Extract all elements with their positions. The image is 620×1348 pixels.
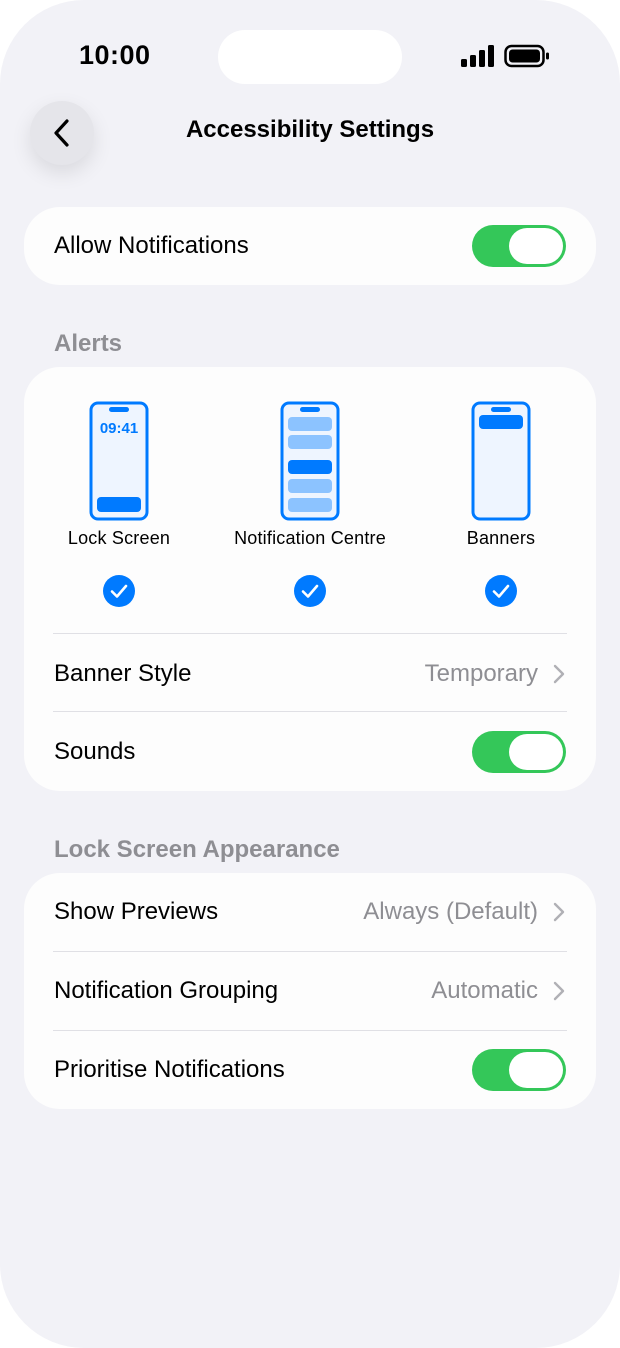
allow-notifications-toggle[interactable] bbox=[472, 225, 566, 267]
allow-notifications-card: Allow Notifications bbox=[24, 207, 596, 285]
page-title: Accessibility Settings bbox=[185, 116, 435, 143]
lock-screen-preview-time: 09:41 bbox=[100, 420, 138, 437]
notification-grouping-row[interactable]: Notification Grouping Automatic bbox=[24, 952, 596, 1030]
alert-option-notification-centre[interactable]: Notification Centre bbox=[210, 401, 410, 608]
allow-notifications-label: Allow Notifications bbox=[54, 232, 249, 259]
lock-screen-appearance-header: Lock Screen Appearance bbox=[54, 836, 340, 863]
battery-icon bbox=[504, 44, 549, 68]
cellular-signal-icon bbox=[461, 45, 494, 67]
sounds-toggle[interactable] bbox=[472, 731, 566, 773]
alerts-section-header: Alerts bbox=[54, 330, 123, 357]
show-previews-label: Show Previews bbox=[54, 898, 219, 925]
sounds-label: Sounds bbox=[54, 738, 136, 765]
chevron-right-icon bbox=[553, 981, 565, 1001]
phone-screen: 10:00 Accessibility Settings Allow Notif… bbox=[0, 0, 620, 1348]
alerts-card: 09:41 Lock Screen Notification Centre Ba… bbox=[24, 367, 596, 791]
notification-centre-illustration bbox=[280, 401, 340, 521]
notification-grouping-label: Notification Grouping bbox=[54, 977, 279, 1004]
checkmark-circle-icon bbox=[485, 575, 517, 607]
toggle-knob bbox=[509, 228, 563, 264]
checkmark-circle-icon bbox=[103, 575, 135, 607]
status-time: 10:00 bbox=[79, 40, 151, 70]
notification-grouping-value: Automatic bbox=[431, 977, 538, 1004]
alert-option-banners[interactable]: Banners bbox=[401, 401, 601, 608]
toggle-knob bbox=[509, 734, 563, 770]
banner-style-value: Temporary bbox=[424, 660, 538, 687]
prioritise-notifications-label: Prioritise Notifications bbox=[54, 1056, 285, 1083]
banners-label: Banners bbox=[466, 528, 536, 548]
show-previews-value: Always (Default) bbox=[363, 898, 538, 925]
divider bbox=[53, 633, 567, 634]
lock-screen-appearance-card: Show Previews Always (Default) Notificat… bbox=[24, 873, 596, 1109]
toggle-knob bbox=[509, 1052, 563, 1088]
chevron-right-icon bbox=[553, 664, 565, 684]
allow-notifications-row: Allow Notifications bbox=[24, 207, 596, 285]
banners-illustration bbox=[471, 401, 531, 521]
lock-screen-illustration: 09:41 bbox=[89, 401, 149, 521]
notification-centre-label: Notification Centre bbox=[234, 528, 386, 548]
prioritise-notifications-row: Prioritise Notifications bbox=[24, 1031, 596, 1109]
dynamic-island bbox=[218, 30, 402, 84]
checkmark-circle-icon bbox=[294, 575, 326, 607]
prioritise-notifications-toggle[interactable] bbox=[472, 1049, 566, 1091]
chevron-right-icon bbox=[553, 902, 565, 922]
banner-style-label: Banner Style bbox=[54, 660, 192, 687]
show-previews-row[interactable]: Show Previews Always (Default) bbox=[24, 873, 596, 951]
divider bbox=[53, 711, 567, 712]
banner-style-row[interactable]: Banner Style Temporary bbox=[24, 635, 596, 713]
alert-option-lock-screen[interactable]: 09:41 Lock Screen bbox=[19, 401, 219, 608]
sounds-row: Sounds bbox=[24, 713, 596, 791]
lock-screen-label: Lock Screen bbox=[67, 528, 171, 548]
